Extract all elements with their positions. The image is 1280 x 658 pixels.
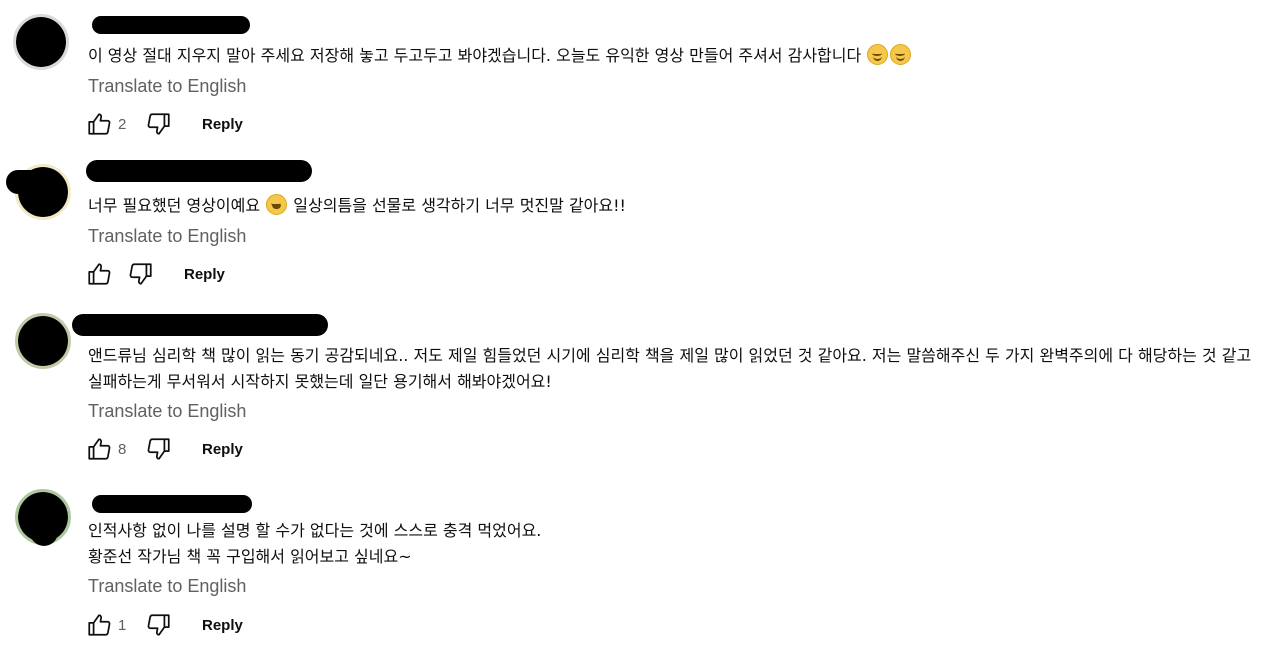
comment-actions: 1 Reply (84, 610, 243, 640)
redacted-author-name (86, 160, 312, 182)
comment-actions: Reply (84, 259, 225, 289)
dislike-button[interactable] (144, 109, 174, 139)
comment-actions: 2 Reply (84, 109, 243, 139)
comment-text: 앤드류님 심리학 책 많이 읽는 동기 공감되네요.. 저도 제일 힘들었던 시… (88, 346, 1252, 391)
reply-button[interactable]: Reply (202, 116, 243, 133)
dislike-button[interactable] (144, 610, 174, 640)
grinning-face-icon (266, 194, 288, 215)
comment-line-2: 황준선 작가님 책 꼭 구입해서 읽어보고 싶네요~ (88, 547, 412, 566)
comment-line-1: 인적사항 없이 나를 설명 할 수가 없다는 것에 스스로 충격 먹었어요. (88, 521, 542, 540)
like-count: 1 (118, 616, 127, 634)
translate-link[interactable]: Translate to English (88, 401, 246, 422)
reply-button[interactable]: Reply (184, 266, 225, 283)
thumbs-up-icon (88, 113, 111, 135)
thumbs-down-icon (129, 263, 152, 285)
comment-thread-3: 앤드류님 심리학 책 많이 읽는 동기 공감되네요.. 저도 제일 힘들었던 시… (0, 300, 1280, 480)
like-count: 8 (118, 440, 127, 458)
comment-thread-2: 너무 필요했던 영상이예요 일상의틈을 선물로 생각하기 너무 멋진말 같아요!… (0, 150, 1280, 300)
redacted-avatar-handle (6, 170, 40, 194)
thumbs-up-icon (88, 438, 111, 460)
avatar[interactable] (13, 14, 69, 70)
reply-button[interactable]: Reply (202, 441, 243, 458)
thumbs-down-icon (147, 438, 170, 460)
comment-body: 이 영상 절대 지우지 말아 주세요 저장해 놓고 두고두고 봐야겠습니다. 오… (88, 46, 862, 65)
translate-link[interactable]: Translate to English (88, 76, 246, 97)
like-count: 2 (118, 115, 127, 133)
reply-button[interactable]: Reply (202, 617, 243, 634)
comment-text: 이 영상 절대 지우지 말아 주세요 저장해 놓고 두고두고 봐야겠습니다. 오… (88, 43, 1266, 69)
smiling-face-icon (890, 44, 912, 65)
redacted-author-name (92, 16, 250, 34)
like-button[interactable] (84, 259, 114, 289)
redacted-author-name (92, 495, 252, 513)
dislike-button[interactable] (126, 259, 156, 289)
translate-link[interactable]: Translate to English (88, 576, 246, 597)
thumbs-up-icon (88, 614, 111, 636)
thumbs-up-icon (88, 263, 111, 285)
avatar[interactable] (15, 313, 71, 369)
redacted-author-name (72, 314, 328, 336)
like-button[interactable] (84, 109, 114, 139)
translate-link[interactable]: Translate to English (88, 226, 246, 247)
comment-body-end: 일상의틈을 선물로 생각하기 너무 멋진말 같아요!! (293, 196, 626, 215)
comment-actions: 8 Reply (84, 434, 243, 464)
dislike-button[interactable] (144, 434, 174, 464)
like-button[interactable] (84, 610, 114, 640)
comment-thread-1: 이 영상 절대 지우지 말아 주세요 저장해 놓고 두고두고 봐야겠습니다. 오… (0, 0, 1280, 150)
smiling-face-icon (867, 44, 889, 65)
comment-text: 인적사항 없이 나를 설명 할 수가 없다는 것에 스스로 충격 먹었어요. 황… (88, 518, 1266, 570)
like-button[interactable] (84, 434, 114, 464)
comment-text: 너무 필요했던 영상이예요 일상의틈을 선물로 생각하기 너무 멋진말 같아요!… (88, 193, 1266, 219)
comment-thread-4: 인적사항 없이 나를 설명 할 수가 없다는 것에 스스로 충격 먹었어요. 황… (0, 476, 1280, 658)
thumbs-down-icon (147, 113, 170, 135)
thumbs-down-icon (147, 614, 170, 636)
comment-body-start: 너무 필요했던 영상이예요 (88, 196, 261, 215)
